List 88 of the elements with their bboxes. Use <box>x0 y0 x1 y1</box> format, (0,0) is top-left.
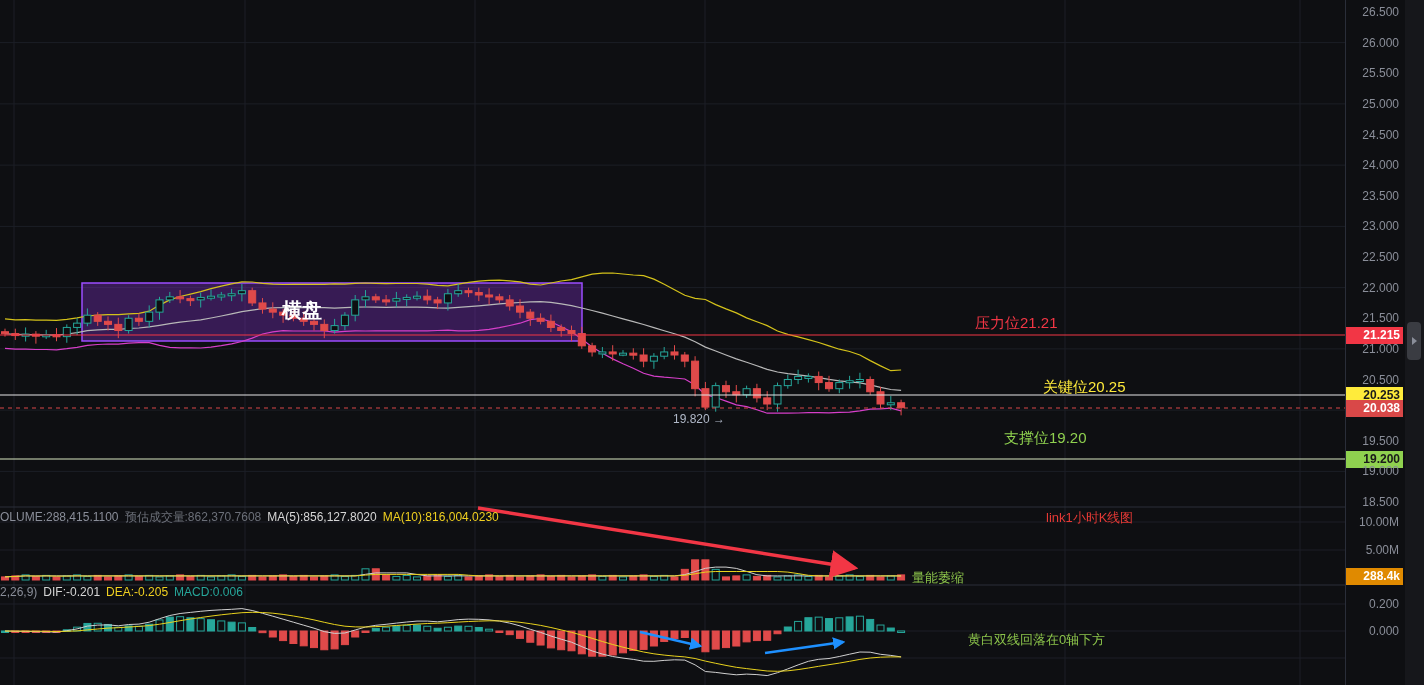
macd-bar <box>165 616 174 632</box>
price-tag: 21.215 <box>1346 326 1403 344</box>
macd-bar <box>577 630 586 655</box>
macd-bar <box>516 630 524 639</box>
trend-arrow <box>639 630 703 650</box>
axis-label: 19.000 <box>1362 465 1399 478</box>
axis-label: 10.00M <box>1358 516 1399 528</box>
macd-bar <box>814 616 823 632</box>
macd-legend: MACD:0.006 <box>174 586 243 598</box>
macd-bar <box>196 618 205 632</box>
axis-label: 24.500 <box>1362 128 1399 141</box>
macd-bar <box>845 616 854 632</box>
volume-legend: MA(10):816,004.0230 <box>382 511 499 523</box>
axis-label: 25.500 <box>1362 67 1399 80</box>
macd-bar <box>320 630 329 651</box>
axis-label: 20.500 <box>1362 373 1399 386</box>
macd-bar <box>608 630 617 656</box>
annotation-text: 黄白双线回落在0轴下方 <box>968 633 1106 646</box>
macd-bar <box>897 630 906 633</box>
macd-bar <box>660 630 669 642</box>
macd-bar <box>732 630 741 647</box>
macd-bar <box>670 630 679 639</box>
axis-label: 0.200 <box>1368 598 1399 610</box>
scroll-handle[interactable] <box>1407 322 1421 360</box>
price-level-label: 压力位21.21 <box>975 315 1058 330</box>
macd-bar <box>649 630 658 647</box>
macd-bar <box>279 630 288 642</box>
macd-bar <box>629 630 638 651</box>
volume-tag: 288.4k <box>1346 568 1403 585</box>
macd-bar <box>217 620 226 632</box>
axis-label: 23.000 <box>1362 220 1399 233</box>
macd-bar <box>588 630 597 657</box>
axis-label: 19.500 <box>1362 434 1399 447</box>
annotation-text: 量能萎缩 <box>912 571 964 584</box>
macd-bar <box>299 630 308 647</box>
low-price-marker: 19.820 → <box>673 413 726 425</box>
macd-bar <box>93 622 102 632</box>
axis-label: 26.500 <box>1362 6 1399 18</box>
macd-bar <box>557 630 566 651</box>
axis-label: 0.000 <box>1368 625 1399 637</box>
macd-bar <box>722 630 730 649</box>
volume-legend: 预估成交量:862,370.7608 <box>124 511 262 523</box>
axis-label: 22.000 <box>1362 281 1399 294</box>
macd-bar <box>1 630 9 633</box>
macd-bar <box>835 617 844 632</box>
macd-bar <box>176 616 185 632</box>
caret-icon <box>1411 337 1417 345</box>
macd-bar <box>855 615 864 632</box>
macd-bar <box>227 621 236 632</box>
macd-bar <box>413 624 421 632</box>
axis-label: 22.500 <box>1362 251 1399 263</box>
macd-bar <box>598 630 607 657</box>
macd-bar <box>639 630 648 650</box>
axis-label: 5.00M <box>1365 544 1399 556</box>
macd-bar <box>207 619 215 632</box>
macd-bar <box>742 630 751 643</box>
axis-label: 24.000 <box>1362 159 1399 172</box>
macd-bar <box>186 617 195 632</box>
volume-legend: OLUME:288,415.1100 <box>0 511 119 523</box>
axis-label: 21.000 <box>1362 342 1399 355</box>
macd-bar <box>567 630 576 652</box>
macd-bar <box>340 630 349 646</box>
macd-bar <box>804 617 813 632</box>
volume-legend: MA(5):856,127.8020 <box>267 511 377 523</box>
macd-legend: DEA:-0.205 <box>106 586 169 598</box>
macd-bar <box>546 630 555 649</box>
annotation-text: link1小时K线图 <box>1046 511 1134 524</box>
macd-bar <box>752 630 761 642</box>
macd-bar <box>237 622 246 632</box>
price-level-label: 关键位20.25 <box>1043 379 1126 394</box>
axis-label: 23.500 <box>1362 189 1399 202</box>
macd-bar <box>289 630 298 644</box>
macd-bar <box>310 630 318 649</box>
macd-bar <box>526 630 535 643</box>
macd-bar <box>794 620 803 632</box>
macd-bar <box>825 618 833 632</box>
macd-bar <box>619 630 627 654</box>
macd-bar <box>711 630 720 650</box>
axis-label: 18.500 <box>1362 496 1399 508</box>
axis-label: 25.000 <box>1362 97 1399 110</box>
macd-bar <box>330 630 339 650</box>
macd-legend: DIF:-0.201 <box>43 586 101 598</box>
macd-bar <box>536 630 545 646</box>
axis-label: 21.500 <box>1362 312 1399 325</box>
price-level-label: 支撑位19.20 <box>1004 430 1087 445</box>
macd-bar <box>104 623 112 632</box>
macd-legend: 2,26,9) <box>0 586 38 598</box>
axis-label: 26.000 <box>1362 36 1399 49</box>
